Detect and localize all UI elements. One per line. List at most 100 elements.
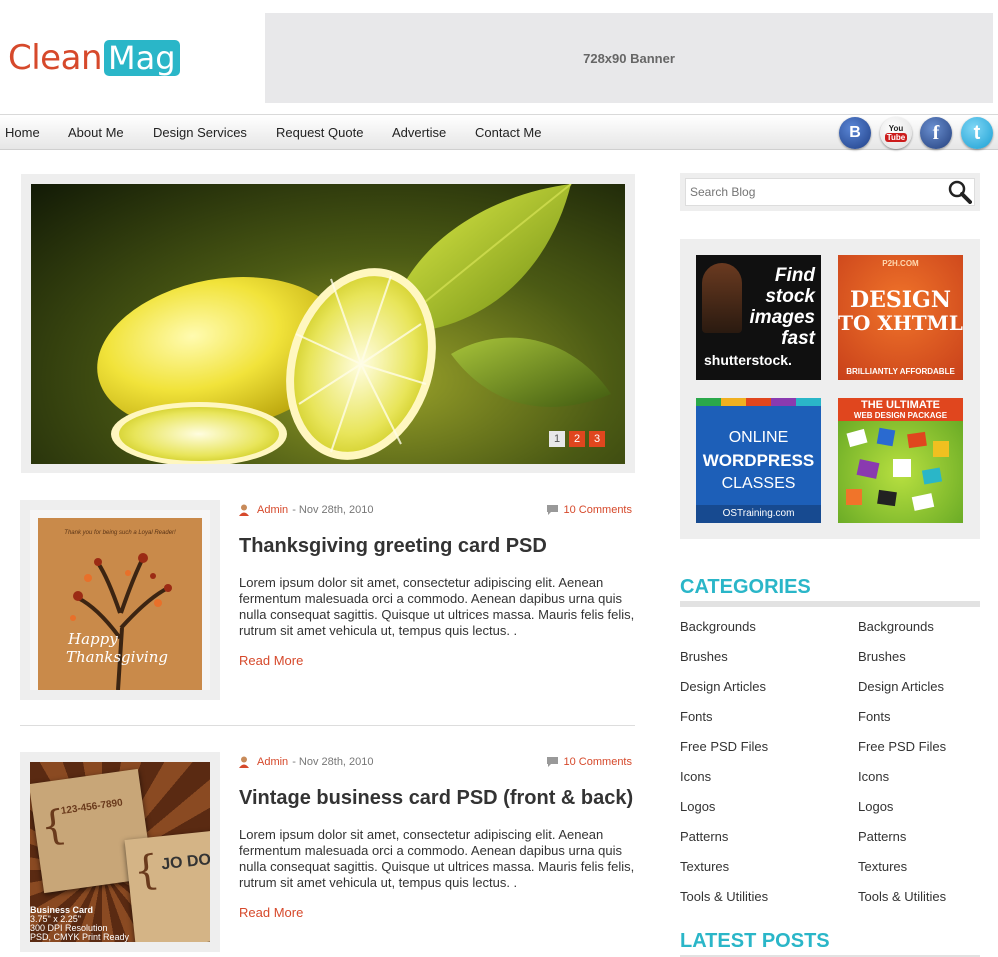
logo-text-clean: Clean [8,38,103,78]
category-link[interactable]: Backgrounds [858,619,934,634]
category-link[interactable]: Fonts [680,709,713,724]
ad-ostraining[interactable]: ONLINE WORDPRESS CLASSES OSTraining.com [696,398,821,523]
category-link[interactable]: Tools & Utilities [858,889,946,904]
twitter-glyph: t [973,121,981,144]
business-card-image: { 123-456-7890 { JO DO Business Card 3.7… [30,762,210,942]
ad-wdp-line2: WEB DESIGN PACKAGE [838,411,963,421]
category-link[interactable]: Textures [680,859,729,874]
site-logo[interactable]: Clean Mag [8,38,180,78]
slider-page-2[interactable]: 2 [569,431,585,447]
ad-p2h-line2: TO XHTML [838,311,963,335]
category-link[interactable]: Patterns [680,829,728,844]
slider-page-1[interactable]: 1 [549,431,565,447]
nav-request-quote[interactable]: Request Quote [276,115,363,151]
ad-shutterstock[interactable]: Find stock images fast shutterstock. [696,255,821,380]
categories-heading: CATEGORIES [680,576,811,598]
category-link[interactable]: Icons [858,769,889,784]
search-input[interactable] [685,178,975,206]
search-box [680,173,980,211]
ad-ost-line2: WORDPRESS [702,451,815,470]
category-link[interactable]: Textures [858,859,907,874]
post-comments-count: 10 Comments [563,504,632,516]
card-back-name: JO DO [160,851,210,874]
post-excerpt: Lorem ipsum dolor sit amet, consectetur … [239,827,635,890]
card-specs: Business Card 3.75" x 2.25" 300 DPI Reso… [30,906,129,942]
youtube-icon[interactable]: You Tube [880,117,912,149]
card-happy-text: Happy [68,630,118,648]
post-author-link[interactable]: Admin [257,756,288,768]
category-link[interactable]: Design Articles [680,679,766,694]
ad-line: stock [765,286,815,307]
post-author-link[interactable]: Admin [257,504,288,516]
card-spec-mode: PSD, CMYK Print Ready [30,932,130,942]
category-link[interactable]: Free PSD Files [858,739,946,754]
category-link[interactable]: Backgrounds [680,619,756,634]
post-meta: Admin - Nov 28th, 2010 [239,504,374,516]
nav-about-me[interactable]: About Me [68,115,124,151]
post-thumbnail[interactable]: Thank you for being such a Loyal Reader!… [20,500,220,700]
ad-icons-collage [846,427,949,511]
nav-home[interactable]: Home [5,115,40,151]
lemons-illustration [97,184,611,464]
category-link[interactable]: Brushes [680,649,728,664]
twitter-icon[interactable]: t [961,117,993,149]
post-date: - Nov 28th, 2010 [292,756,374,768]
nav-advertise[interactable]: Advertise [392,115,446,151]
search-icon[interactable] [948,180,972,204]
user-icon [239,504,249,516]
user-icon [239,756,249,768]
ad-ost-url: OSTraining.com [696,505,821,523]
category-link[interactable]: Fonts [858,709,891,724]
ad-p2h-bottom: BRILLIANTLY AFFORDABLE [846,367,955,376]
latest-posts-heading: LATEST POSTS [680,930,830,952]
ad-line: Find [774,265,815,286]
ad-find-text: Find stock images fast [750,265,815,349]
facebook-icon[interactable]: f [920,117,952,149]
banner-label: 728x90 Banner [583,50,675,66]
youtube-glyph-you: You [888,124,904,133]
ad-banner-728x90[interactable]: 728x90 Banner [265,13,993,103]
nav-design-services[interactable]: Design Services [153,115,247,151]
category-link[interactable]: Brushes [858,649,906,664]
card-back-brace: { [131,846,162,896]
read-more-link[interactable]: Read More [239,905,303,920]
ad-p2h-line1: DESIGN [850,287,951,313]
post-divider [20,725,635,726]
read-more-link[interactable]: Read More [239,653,303,668]
blogger-icon[interactable]: B [839,117,871,149]
category-link[interactable]: Icons [680,769,711,784]
card-thanksgiving-text: Thanksgiving [66,648,168,666]
ad-brand: shutterstock. [704,352,792,368]
post-comments-link[interactable]: 10 Comments [546,756,632,768]
slider-pagination: 1 2 3 [549,431,605,447]
post-comments-link[interactable]: 10 Comments [546,504,632,516]
thanksgiving-card-image: Thank you for being such a Loyal Reader!… [38,518,202,690]
post-title[interactable]: Thanksgiving greeting card PSD [239,535,547,558]
ad-line: images [749,307,815,328]
ad-wdp-line1: THE ULTIMATE [838,398,963,411]
comment-bubble-icon [546,757,558,767]
post-comments-count: 10 Comments [563,756,632,768]
category-link[interactable]: Design Articles [858,679,944,694]
category-link[interactable]: Free PSD Files [680,739,768,754]
ad-figure [702,263,742,333]
sponsor-ads: Find stock images fast shutterstock. P2H… [680,239,980,539]
featured-slider: 1 2 3 [21,174,635,473]
category-link[interactable]: Patterns [858,829,906,844]
post-thumbnail[interactable]: { 123-456-7890 { JO DO Business Card 3.7… [20,752,220,952]
ad-web-design-package[interactable]: THE ULTIMATE WEB DESIGN PACKAGE [838,398,963,523]
category-link[interactable]: Logos [858,799,893,814]
post-title[interactable]: Vintage business card PSD (front & back) [239,787,633,810]
card-back: { JO DO [124,828,210,942]
category-link[interactable]: Logos [680,799,715,814]
slider-image-lemons[interactable]: 1 2 3 [31,184,625,464]
ad-ost-line1: ONLINE [728,429,789,446]
logo-text-mag: Mag [104,40,180,76]
ad-stripe [696,398,821,406]
ad-p2h[interactable]: P2H.COM DESIGN TO XHTML BRILLIANTLY AFFO… [838,255,963,380]
nav-contact-me[interactable]: Contact Me [475,115,541,151]
ad-ost-line3: CLASSES [721,475,796,492]
post-meta: Admin - Nov 28th, 2010 [239,756,374,768]
category-link[interactable]: Tools & Utilities [680,889,768,904]
slider-page-3[interactable]: 3 [589,431,605,447]
